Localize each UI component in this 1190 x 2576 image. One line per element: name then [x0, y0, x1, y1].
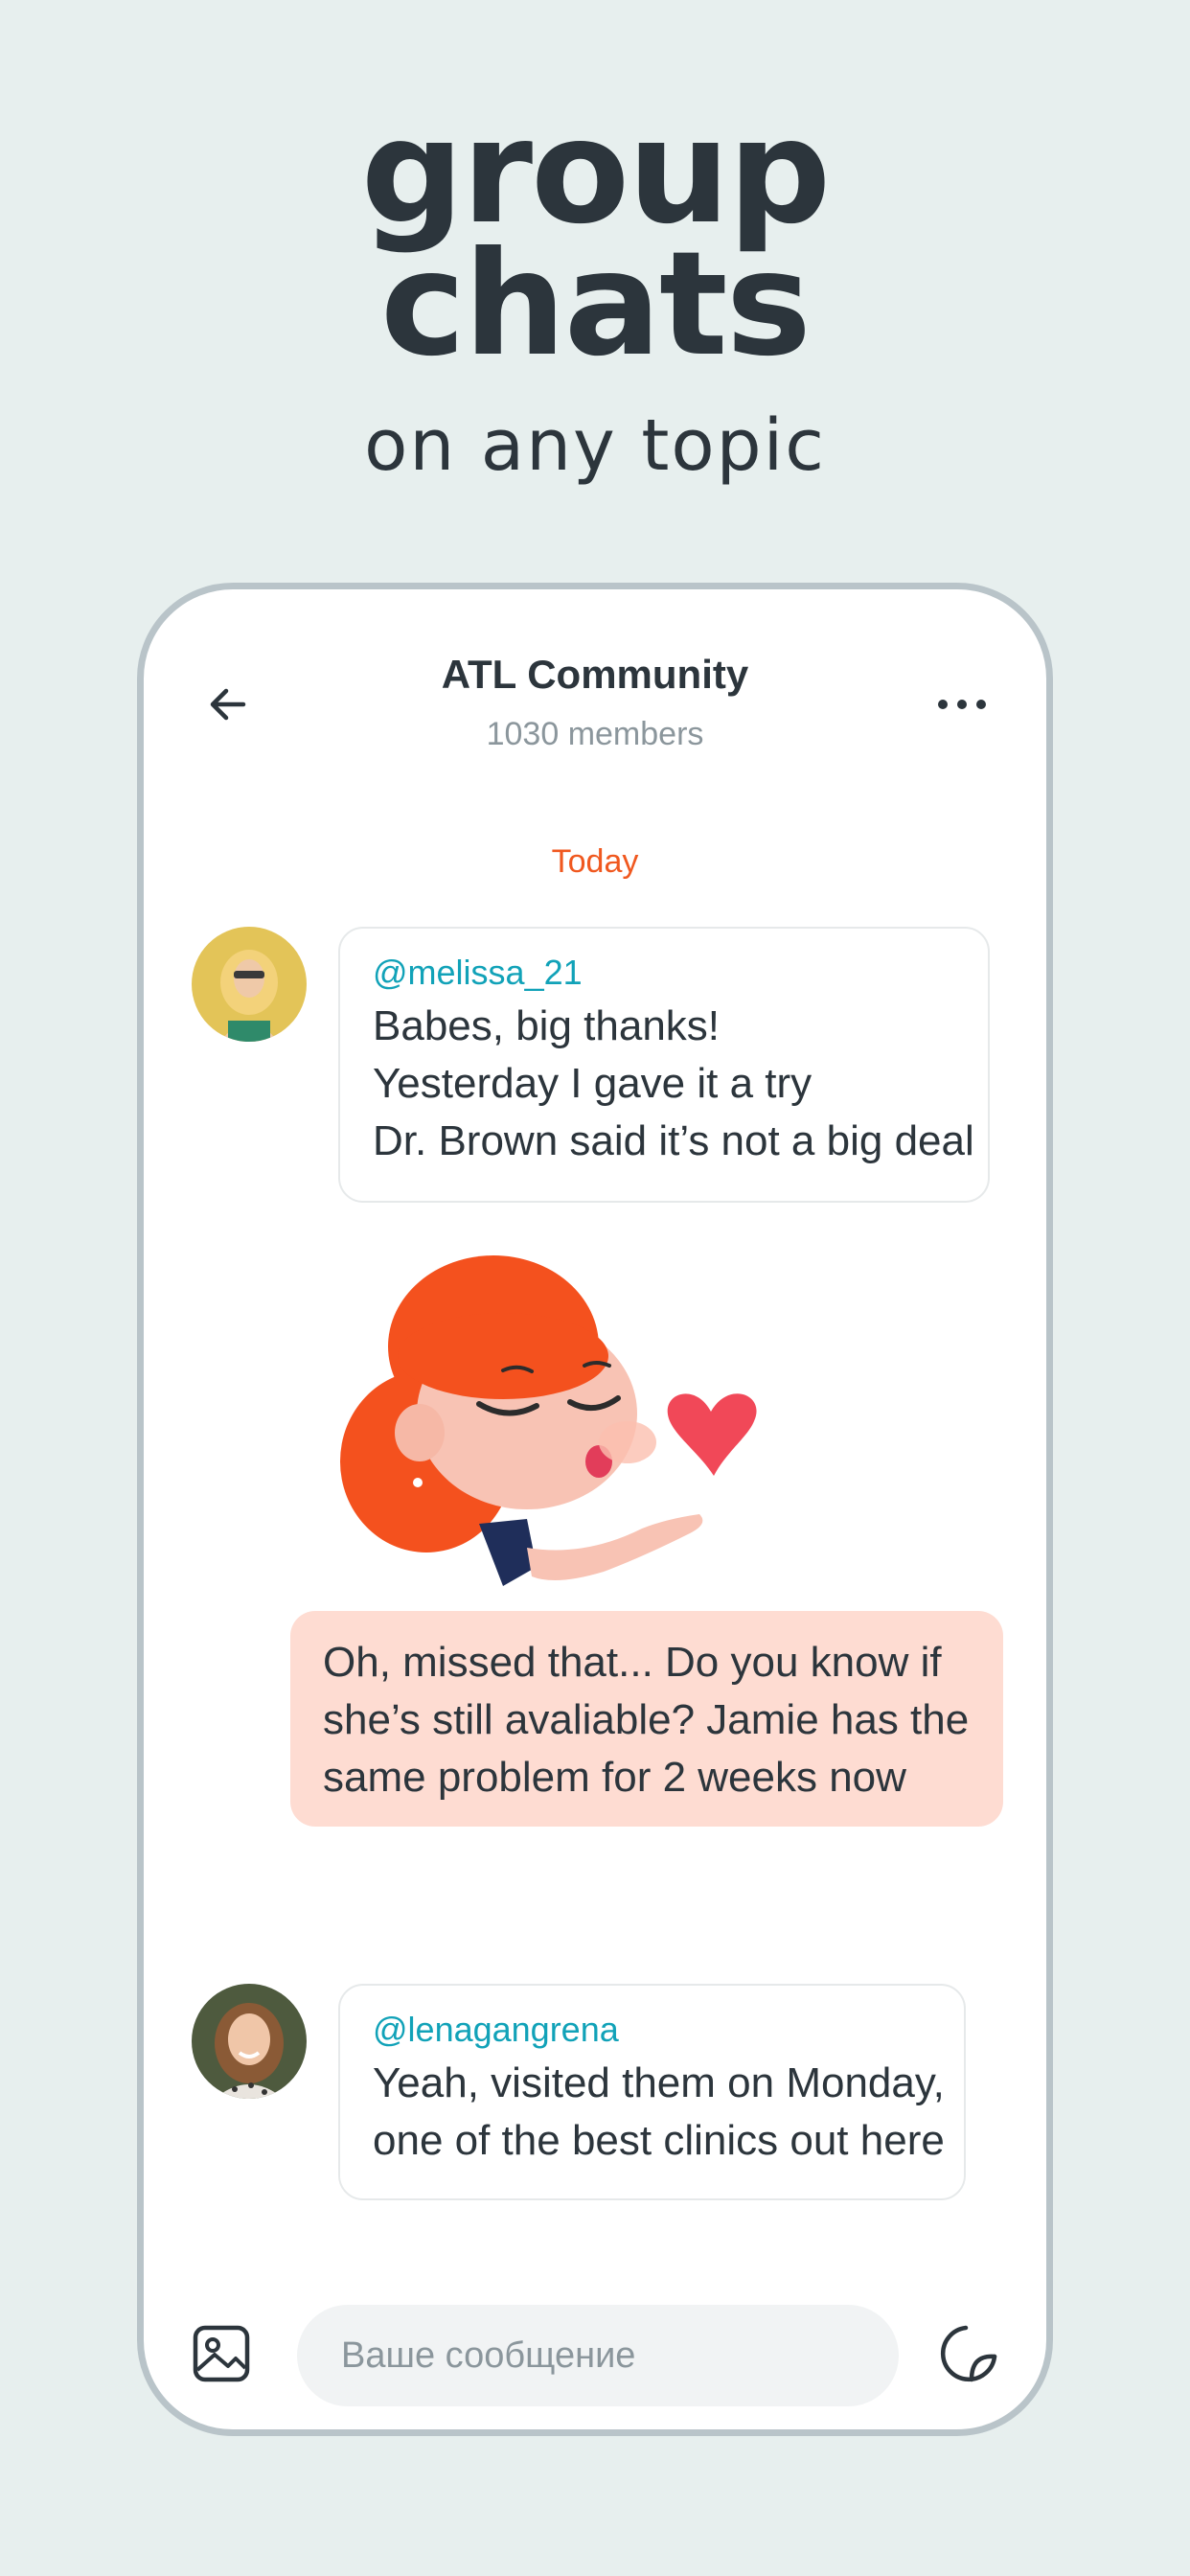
avatar[interactable]: [192, 1984, 307, 2099]
hero-subtitle: on any topic: [364, 404, 826, 487]
avatar[interactable]: [192, 927, 307, 1042]
message-author[interactable]: @lenagangrena: [373, 2007, 931, 2053]
message-input[interactable]: [297, 2305, 899, 2406]
message-text: Babes, big thanks!: [373, 1002, 721, 1049]
sticker-icon[interactable]: [939, 2324, 998, 2383]
image-icon[interactable]: [192, 2324, 251, 2383]
chat-title: ATL Community: [441, 652, 749, 697]
more-horizontal-icon[interactable]: [933, 693, 991, 716]
message-bubble: @melissa_21 Babes, big thanks! Yesterday…: [338, 927, 990, 1203]
message-text: Yesterday I gave it a try: [373, 1060, 812, 1107]
phone-frame: ATL Community 1030 members Today @meliss…: [137, 583, 1053, 2436]
member-count: 1030 members: [486, 716, 704, 752]
date-separator: Today: [551, 843, 639, 880]
message-text: one of the best clinics out here: [373, 2117, 945, 2164]
message-author[interactable]: @melissa_21: [373, 950, 955, 996]
message-text: she’s still avaliable? Jamie has the: [323, 1696, 970, 1743]
message-text: Yeah, visited them on Monday,: [373, 2059, 945, 2106]
message-text: same problem for 2 weeks now: [323, 1754, 906, 1801]
avatar-photo: [192, 1984, 307, 2099]
hero-title-line-2: chats: [380, 221, 812, 388]
avatar-photo: [192, 927, 307, 1042]
message-bubble: @lenagangrena Yeah, visited them on Mond…: [338, 1984, 966, 2200]
kiss-sticker[interactable]: [335, 1241, 757, 1644]
own-message-bubble: Oh, missed that... Do you know if she’s …: [290, 1611, 1003, 1827]
message-text: Dr. Brown said it’s not a big deal: [373, 1117, 974, 1164]
message-text: Oh, missed that... Do you know if: [323, 1639, 942, 1686]
